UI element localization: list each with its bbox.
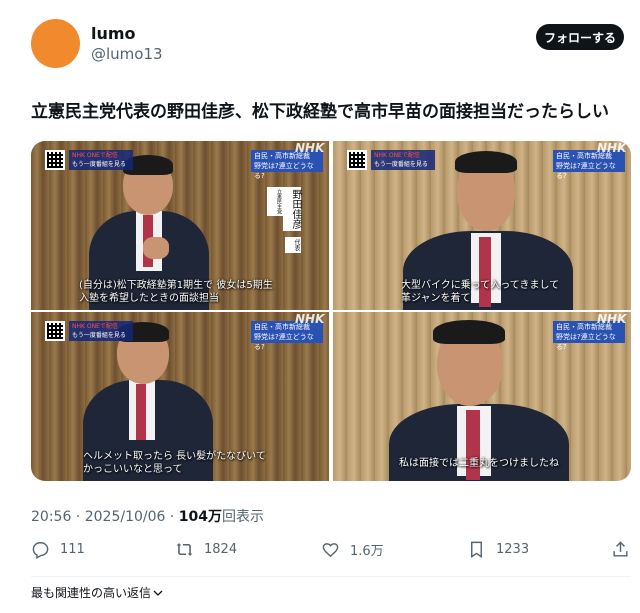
- video-frame-1[interactable]: NHK ONEで配信 もう一度番組を見る 自民・高市新総裁 野党は?連立どうなる…: [31, 141, 329, 310]
- repost-count: 1824: [204, 541, 238, 557]
- topic-line2: 野党は?連立どうなる?: [556, 162, 616, 180]
- nhk-tag-line1: NHK ONEで配信: [72, 152, 118, 159]
- nhk-logo: NHK: [295, 312, 325, 326]
- person-hand: [143, 237, 169, 259]
- tweet-actions: 111 1824 1.6万 1233: [31, 537, 631, 561]
- nameplate-role: 代表: [285, 237, 301, 253]
- nhk-tag-line2: もう一度番組を見る: [72, 332, 126, 339]
- qr-code-icon: [45, 321, 65, 341]
- reply-icon: [32, 541, 49, 559]
- bookmark-button[interactable]: 1233: [467, 537, 529, 561]
- like-button[interactable]: 1.6万: [321, 537, 384, 561]
- nhk-logo: NHK: [597, 141, 627, 155]
- topic-line2: 野党は?連立どうなる?: [254, 162, 314, 180]
- reply-count: 111: [60, 541, 85, 557]
- reply-button[interactable]: 111: [31, 537, 85, 561]
- subtitle-line: 私は面接では二重丸をつけましたね: [399, 458, 559, 469]
- qr-code-icon: [347, 150, 367, 170]
- person-hair: [455, 151, 517, 173]
- person-hair: [433, 320, 505, 344]
- video-frame-3[interactable]: NHK ONEで配信 もう一度番組を見る 自民・高市新総裁 野党は?連立どうなる…: [31, 312, 329, 481]
- nhk-tag-line1: NHK ONEで配信: [72, 323, 118, 330]
- display-name[interactable]: lumo: [91, 24, 136, 43]
- section-divider: [31, 576, 631, 577]
- nhk-one-tag: NHK ONEで配信 もう一度番組を見る: [69, 321, 133, 341]
- nhk-logo: NHK: [295, 141, 325, 155]
- subtitle-line: (自分は)松下政経塾第1期生で 彼女は5期生: [79, 280, 273, 291]
- repost-button[interactable]: 1824: [175, 537, 237, 561]
- view-count: 104万: [178, 509, 223, 525]
- nhk-logo: NHK: [597, 312, 627, 326]
- video-frame-2[interactable]: NHK ONEで配信 もう一度番組を見る 自民・高市新総裁 野党は?連立どうなる…: [333, 141, 631, 310]
- view-label: 回表示: [222, 509, 265, 525]
- meta-separator: ·: [71, 509, 85, 525]
- share-icon: [613, 540, 628, 557]
- nhk-tag-line2: もう一度番組を見る: [72, 161, 126, 168]
- topic-line2: 野党は?連立どうなる?: [254, 333, 314, 351]
- chevron-down-icon: [153, 590, 163, 596]
- subtitle-line: 大型バイクに乗って入ってきまして: [401, 280, 560, 291]
- person-tie: [136, 384, 146, 440]
- tweet-text: 立憲民主党代表の野田佳彦、松下政経塾で高市早苗の面接担当だったらしい: [31, 102, 609, 122]
- nameplate-party: 立憲民主党: [267, 187, 283, 216]
- topic-line2: 野党は?連立どうなる?: [556, 333, 616, 351]
- share-button[interactable]: [611, 537, 640, 561]
- subtitle-line: かっこいいなと思って: [83, 464, 183, 475]
- nameplate-name: 野田佳彦: [283, 187, 301, 231]
- tweet-date[interactable]: 2025/10/06: [85, 509, 166, 525]
- nhk-one-tag: NHK ONEで配信 もう一度番組を見る: [371, 150, 435, 170]
- avatar[interactable]: [31, 19, 80, 68]
- subtitle-line: 入塾を希望したときの面談担当: [79, 293, 219, 304]
- tweet-time[interactable]: 20:56: [31, 509, 71, 525]
- nhk-one-tag: NHK ONEで配信 もう一度番組を見る: [69, 150, 133, 170]
- bookmark-icon: [471, 541, 482, 558]
- meta-separator: ·: [165, 509, 179, 525]
- follow-button[interactable]: フォローする: [536, 24, 624, 50]
- repost-icon: [176, 542, 193, 556]
- qr-code-icon: [45, 150, 65, 170]
- tweet-meta: 20:56 · 2025/10/06 · 104万回表示: [31, 506, 264, 526]
- nhk-tag-line1: NHK ONEで配信: [374, 152, 420, 159]
- user-handle[interactable]: @lumo13: [91, 45, 163, 63]
- subtitle-line: ヘルメット取ったら 長い髪がたなびいて: [83, 451, 266, 462]
- like-count: 1.6万: [350, 543, 384, 559]
- person-tie: [479, 237, 491, 307]
- heart-icon: [322, 542, 339, 557]
- bookmark-count: 1233: [496, 541, 530, 557]
- media-grid[interactable]: NHK ONEで配信 もう一度番組を見る 自民・高市新総裁 野党は?連立どうなる…: [31, 141, 631, 481]
- replies-sort-dropdown[interactable]: 最も関連性の高い返信: [31, 584, 163, 601]
- video-frame-4[interactable]: 自民・高市新総裁 野党は?連立どうなる? NHK 私は面接では二重丸をつけました…: [333, 312, 631, 481]
- nhk-tag-line2: もう一度番組を見る: [374, 161, 428, 168]
- replies-sort-label: 最も関連性の高い返信: [31, 586, 152, 600]
- subtitle-line: 革ジャンを着て: [401, 293, 471, 304]
